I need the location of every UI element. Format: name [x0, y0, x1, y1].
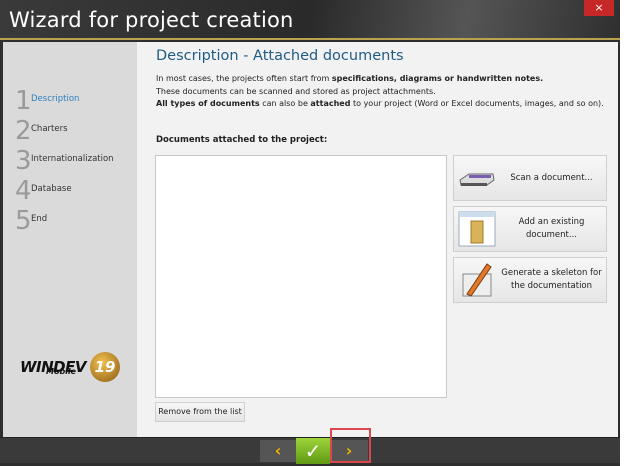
intro-line2: These documents can be scanned and store… — [156, 86, 436, 96]
step-number: 3 — [15, 146, 32, 176]
button-label: Generate a skeleton for the documentatio… — [501, 268, 602, 291]
logo-version: 19 — [90, 352, 120, 382]
close-button[interactable]: × — [584, 0, 614, 16]
step-database[interactable]: 4 Database — [15, 178, 72, 204]
title-bar: Wizard for project creation × — [0, 0, 620, 40]
finish-button[interactable]: ✓ — [296, 438, 330, 464]
step-number: 4 — [15, 176, 32, 206]
step-number: 5 — [15, 206, 32, 236]
intro-line3-bold: All types of documents — [156, 99, 260, 108]
button-label: Add an existing document... — [518, 217, 585, 240]
content-panel: Description - Attached documents In most… — [137, 42, 618, 437]
intro-line1: In most cases, the projects often start … — [156, 74, 332, 83]
step-label: End — [31, 214, 48, 224]
step-label: Description — [31, 94, 80, 104]
documents-list[interactable] — [155, 155, 447, 398]
intro-line3-bold2: attached — [310, 99, 351, 108]
step-number: 2 — [15, 116, 32, 146]
remove-from-list-button[interactable]: Remove from the list — [155, 402, 245, 422]
step-number: 1 — [15, 86, 32, 116]
documents-label: Documents attached to the project: — [156, 135, 328, 145]
step-end[interactable]: 5 End — [15, 208, 47, 234]
logo-sub: Mobile — [46, 367, 77, 376]
scanner-icon — [457, 158, 497, 198]
highlight-box — [330, 428, 371, 463]
window-title: Wizard for project creation — [9, 8, 294, 32]
step-label: Internationalization — [31, 154, 114, 164]
generate-skeleton-button[interactable]: Generate a skeleton for the documentatio… — [453, 257, 607, 303]
intro-line3-end: to your project (Word or Excel documents… — [350, 99, 604, 108]
step-label: Database — [31, 184, 72, 194]
scan-document-button[interactable]: Scan a document... — [453, 155, 607, 201]
pencil-icon — [457, 260, 497, 300]
intro-text: In most cases, the projects often start … — [156, 73, 604, 111]
wizard-window: Wizard for project creation × 1 Descripti… — [0, 0, 620, 466]
page-title: Description - Attached documents — [156, 48, 404, 64]
step-description[interactable]: 1 Description — [15, 88, 79, 114]
folder-icon — [457, 209, 497, 249]
windev-logo: WINDEV Mobile 19 — [20, 352, 120, 382]
intro-line1-bold: specifications, diagrams or handwritten … — [331, 74, 544, 83]
intro-line3: can also be — [259, 99, 311, 108]
previous-button[interactable]: ‹ — [260, 440, 296, 462]
button-label: Scan a document... — [510, 172, 593, 183]
step-label: Charters — [31, 124, 68, 134]
step-internationalization[interactable]: 3 Internationalization — [15, 148, 114, 174]
step-charters[interactable]: 2 Charters — [15, 118, 68, 144]
add-existing-document-button[interactable]: Add an existing document... — [453, 206, 607, 252]
